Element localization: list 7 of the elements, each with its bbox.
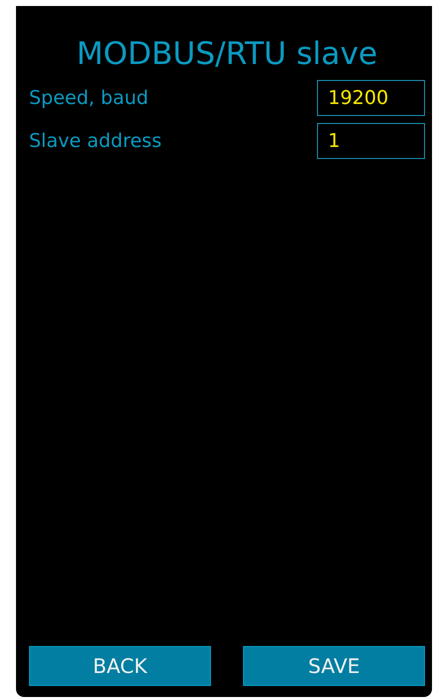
input-field[interactable]: 19200 (317, 80, 425, 116)
action-button[interactable]: SAVE (243, 646, 425, 686)
action-button[interactable]: BACK (29, 646, 211, 686)
screen-title: MODBUS/RTU slave (75, 35, 379, 74)
field-label: Speed, baud (29, 87, 148, 109)
field-label: Slave address (29, 130, 162, 152)
input-field[interactable]: 1 (317, 123, 425, 159)
